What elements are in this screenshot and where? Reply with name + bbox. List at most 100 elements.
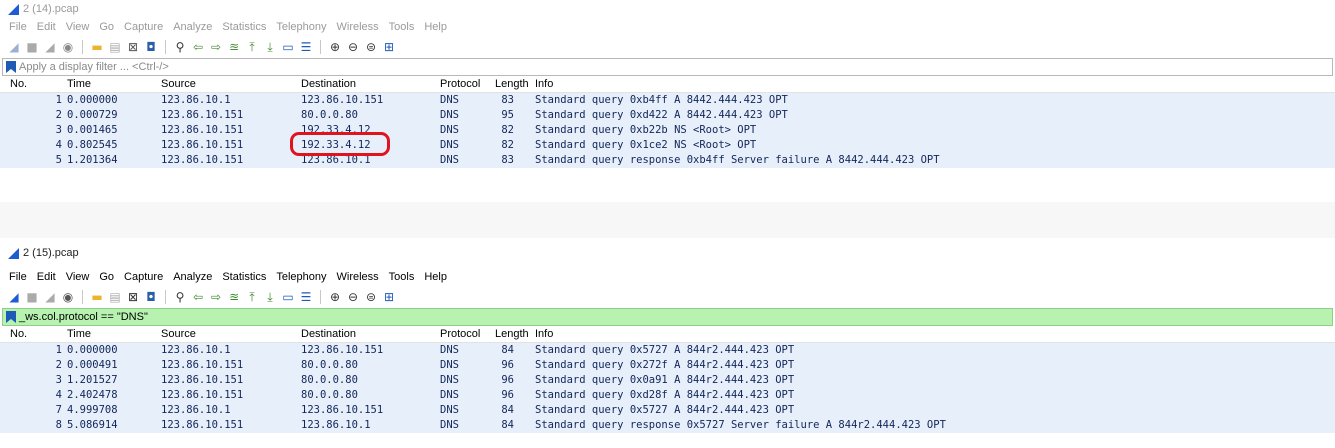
go-back-icon[interactable]: ⇦ <box>190 39 206 55</box>
menu-tools[interactable]: Tools <box>384 21 420 33</box>
column-header-length[interactable]: Length <box>495 78 529 90</box>
column-header-protocol[interactable]: Protocol <box>440 328 480 340</box>
save-file-icon[interactable]: ▤ <box>107 289 123 305</box>
menu-wireless[interactable]: Wireless <box>332 21 384 33</box>
packet-row[interactable]: 3 1.201527 123.86.10.151 80.0.0.80 DNS 9… <box>0 373 1335 388</box>
packet-row[interactable]: 7 4.999708 123.86.10.1 123.86.10.151 DNS… <box>0 403 1335 418</box>
packet-row[interactable]: 1 0.000000 123.86.10.1 123.86.10.151 DNS… <box>0 343 1335 358</box>
packet-time: 1.201527 <box>67 374 118 386</box>
menu-edit[interactable]: Edit <box>32 271 61 283</box>
save-file-icon[interactable]: ▤ <box>107 39 123 55</box>
colorize-icon[interactable]: ☰ <box>298 39 314 55</box>
menu-help[interactable]: Help <box>419 21 452 33</box>
capture-options-icon[interactable]: ◉ <box>60 289 76 305</box>
restart-capture-icon[interactable]: ◢ <box>42 289 58 305</box>
packet-row[interactable]: 4 2.402478 123.86.10.151 80.0.0.80 DNS 9… <box>0 388 1335 403</box>
open-file-icon[interactable]: ▬ <box>89 289 105 305</box>
column-header-destination[interactable]: Destination <box>301 328 356 340</box>
menu-telephony[interactable]: Telephony <box>271 271 331 283</box>
menu-tools[interactable]: Tools <box>384 271 420 283</box>
go-forward-icon[interactable]: ⇨ <box>208 39 224 55</box>
autoscroll-icon[interactable]: ▭ <box>280 289 296 305</box>
go-to-packet-icon[interactable]: ≊ <box>226 39 242 55</box>
packet-source: 123.86.10.151 <box>161 419 244 431</box>
find-packet-icon[interactable]: ⚲ <box>172 289 188 305</box>
stop-capture-icon[interactable]: ■ <box>24 39 40 55</box>
go-last-icon[interactable]: ⤓ <box>262 39 278 55</box>
menu-wireless[interactable]: Wireless <box>332 271 384 283</box>
column-header-time[interactable]: Time <box>67 78 91 90</box>
menu-view[interactable]: View <box>61 271 95 283</box>
menu-view[interactable]: View <box>61 21 95 33</box>
restart-capture-icon[interactable]: ◢ <box>42 39 58 55</box>
go-last-icon[interactable]: ⤓ <box>262 289 278 305</box>
toolbar-separator <box>165 40 166 54</box>
close-file-icon[interactable]: ⊠ <box>125 289 141 305</box>
packet-time: 2.402478 <box>67 389 118 401</box>
menu-analyze[interactable]: Analyze <box>168 271 217 283</box>
menu-capture[interactable]: Capture <box>119 21 168 33</box>
shark-fin-start-icon[interactable]: ◢ <box>6 39 22 55</box>
packet-source: 123.86.10.151 <box>161 359 244 371</box>
column-header-time[interactable]: Time <box>67 328 91 340</box>
packet-row[interactable]: 1 0.000000 123.86.10.1 123.86.10.151 DNS… <box>0 93 1335 108</box>
go-to-packet-icon[interactable]: ≊ <box>226 289 242 305</box>
menu-edit[interactable]: Edit <box>32 21 61 33</box>
stop-capture-icon[interactable]: ■ <box>24 289 40 305</box>
zoom-in-icon[interactable]: ⊕ <box>327 39 343 55</box>
display-filter-bar[interactable]: _ws.col.protocol == "DNS" <box>2 308 1333 326</box>
packet-source: 123.86.10.1 <box>161 404 231 416</box>
zoom-normal-icon[interactable]: ⊜ <box>363 289 379 305</box>
resize-columns-icon[interactable]: ⊞ <box>381 39 397 55</box>
go-first-icon[interactable]: ⤒ <box>244 39 260 55</box>
column-header-protocol[interactable]: Protocol <box>440 78 480 90</box>
column-header-length[interactable]: Length <box>495 328 529 340</box>
menu-help[interactable]: Help <box>419 271 452 283</box>
display-filter-input[interactable]: _ws.col.protocol == "DNS" <box>19 311 148 323</box>
zoom-normal-icon[interactable]: ⊜ <box>363 39 379 55</box>
menu-telephony[interactable]: Telephony <box>271 21 331 33</box>
menu-file[interactable]: File <box>4 21 32 33</box>
column-header-no[interactable]: No. <box>10 328 27 340</box>
column-header-source[interactable]: Source <box>161 78 196 90</box>
zoom-out-icon[interactable]: ⊖ <box>345 289 361 305</box>
menu-statistics[interactable]: Statistics <box>217 271 271 283</box>
close-file-icon[interactable]: ⊠ <box>125 39 141 55</box>
filter-bookmark-icon[interactable] <box>6 311 16 323</box>
column-header-destination[interactable]: Destination <box>301 78 356 90</box>
packet-row[interactable]: 2 0.000491 123.86.10.151 80.0.0.80 DNS 9… <box>0 358 1335 373</box>
menu-analyze[interactable]: Analyze <box>168 21 217 33</box>
menu-go[interactable]: Go <box>94 271 119 283</box>
shark-fin-start-icon[interactable]: ◢ <box>6 289 22 305</box>
colorize-icon[interactable]: ☰ <box>298 289 314 305</box>
packet-row[interactable]: 8 5.086914 123.86.10.151 123.86.10.1 DNS… <box>0 418 1335 433</box>
go-first-icon[interactable]: ⤒ <box>244 289 260 305</box>
menu-capture[interactable]: Capture <box>119 271 168 283</box>
display-filter-bar[interactable]: Apply a display filter ... <Ctrl-/> <box>2 58 1333 76</box>
capture-options-icon[interactable]: ◉ <box>60 39 76 55</box>
menu-go[interactable]: Go <box>94 21 119 33</box>
packet-row[interactable]: 4 0.802545 123.86.10.151 192.33.4.12 DNS… <box>0 138 1335 153</box>
menu-statistics[interactable]: Statistics <box>217 21 271 33</box>
packet-row[interactable]: 5 1.201364 123.86.10.151 123.86.10.1 DNS… <box>0 153 1335 168</box>
go-back-icon[interactable]: ⇦ <box>190 289 206 305</box>
packet-row[interactable]: 3 0.001465 123.86.10.151 192.33.4.12 DNS… <box>0 123 1335 138</box>
autoscroll-icon[interactable]: ▭ <box>280 39 296 55</box>
menu-file[interactable]: File <box>4 271 32 283</box>
zoom-in-icon[interactable]: ⊕ <box>327 289 343 305</box>
go-forward-icon[interactable]: ⇨ <box>208 289 224 305</box>
find-packet-icon[interactable]: ⚲ <box>172 39 188 55</box>
column-header-info[interactable]: Info <box>535 328 553 340</box>
reload-file-icon[interactable]: ◘ <box>143 289 159 305</box>
zoom-out-icon[interactable]: ⊖ <box>345 39 361 55</box>
open-file-icon[interactable]: ▬ <box>89 39 105 55</box>
column-header-no[interactable]: No. <box>10 78 27 90</box>
reload-file-icon[interactable]: ◘ <box>143 39 159 55</box>
resize-columns-icon[interactable]: ⊞ <box>381 289 397 305</box>
column-header-info[interactable]: Info <box>535 78 553 90</box>
column-header-source[interactable]: Source <box>161 328 196 340</box>
packet-row[interactable]: 2 0.000729 123.86.10.151 80.0.0.80 DNS 9… <box>0 108 1335 123</box>
filter-bookmark-icon[interactable] <box>6 61 16 73</box>
display-filter-input[interactable]: Apply a display filter ... <Ctrl-/> <box>19 61 169 73</box>
packet-destination: 80.0.0.80 <box>301 374 358 386</box>
